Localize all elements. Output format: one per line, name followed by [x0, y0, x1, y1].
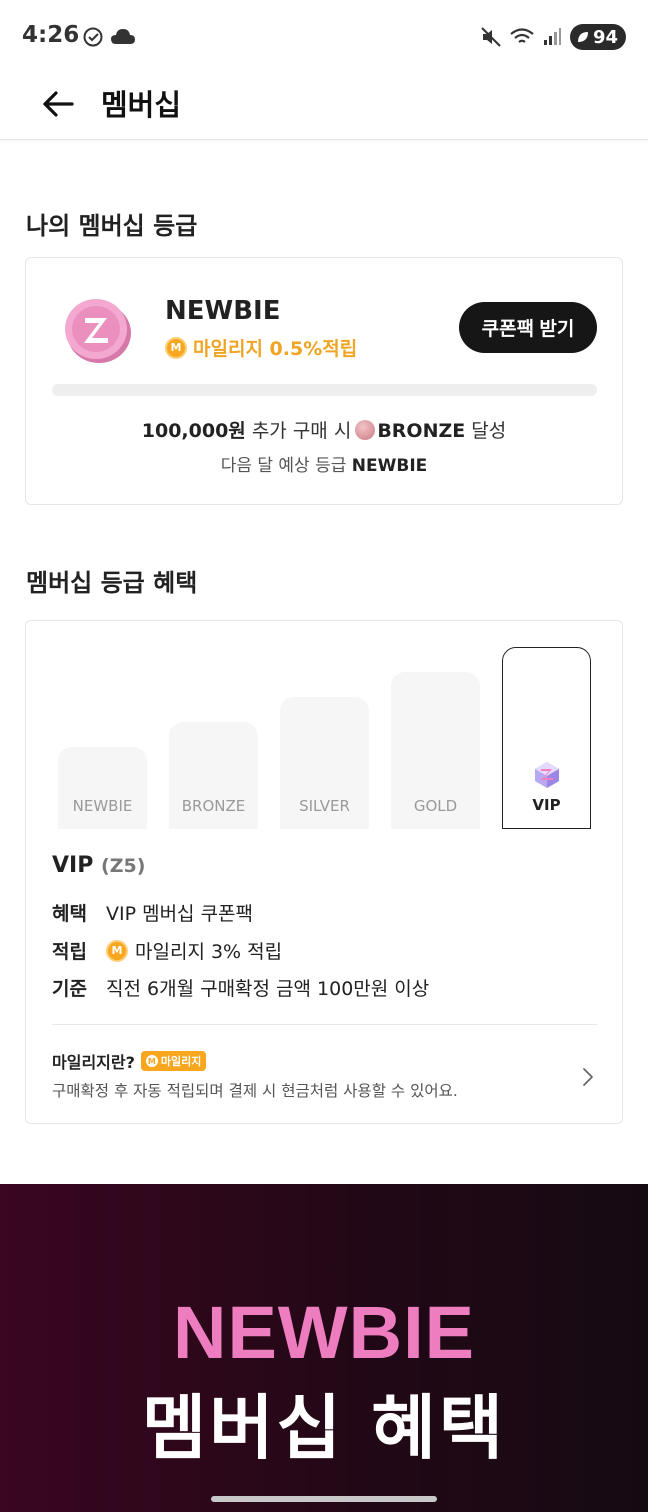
selected-tier-name: VIP [52, 853, 94, 878]
selected-tier-title: VIP (Z5) [52, 853, 145, 878]
benefits-card: NEWBIE BRONZE SILVER GOLD VIP VIP (Z5) 혜… [25, 620, 623, 1124]
benefit-key: 적립 [52, 941, 87, 963]
mileage-badge: M 마일리지 [140, 1051, 207, 1071]
chevron-right-icon[interactable] [576, 1065, 600, 1089]
mileage-question: 마일리지란? [52, 1053, 135, 1072]
mileage-coin-icon: M [165, 336, 187, 359]
tier-bronze[interactable]: BRONZE [169, 722, 258, 829]
next-month-grade-value: NEWBIE [351, 456, 428, 476]
selected-tier-code: (Z5) [101, 855, 146, 877]
current-grade-name: NEWBIE [165, 296, 281, 326]
mileage-rate-text: 마일리지 0.5%적립 [193, 338, 358, 360]
progress-amount: 100,000원 [141, 420, 246, 442]
progress-desc: 추가 구매 시 [251, 420, 352, 442]
page-title: 멤버십 [101, 88, 182, 122]
benefit-key: 혜택 [52, 903, 87, 925]
battery-level: 94 [592, 26, 618, 48]
grade-progress-bar [52, 384, 597, 396]
status-time: 4:26 [22, 22, 80, 48]
vip-gem-icon [534, 762, 559, 788]
mileage-rate: M 마일리지 0.5%적립 [165, 334, 357, 361]
benefit-row-benefit: 혜택 VIP 멤버십 쿠폰팩 [52, 899, 253, 926]
wifi-icon [510, 28, 534, 43]
membership-banner[interactable]: NEWBIE 멤버십 혜택 [0, 1184, 648, 1512]
banner-grade: NEWBIE [173, 1291, 475, 1374]
next-month-label: 다음 달 예상 등급 [220, 456, 347, 476]
signal-icon [543, 28, 561, 45]
mileage-description: 구매확정 후 자동 적립되며 결제 시 현금처럼 사용할 수 있어요. [52, 1082, 458, 1100]
divider [52, 1024, 597, 1025]
benefit-value: 마일리지 3% 적립 [135, 941, 283, 963]
back-button[interactable] [38, 84, 78, 124]
check-circle-icon [83, 27, 103, 47]
home-indicator[interactable] [211, 1496, 437, 1502]
my-grade-card: NEWBIE M 마일리지 0.5%적립 쿠폰팩 받기 100,000원 추가 … [25, 257, 623, 505]
status-right-icons: 94 [480, 24, 626, 50]
status-left-icons [82, 26, 136, 48]
tier-newbie[interactable]: NEWBIE [58, 747, 147, 829]
benefit-value: 직전 6개월 구매확정 금액 100만원 이상 [106, 978, 430, 1000]
mute-icon [481, 27, 501, 47]
status-bar: 4:26 94 [0, 0, 648, 72]
battery-icon: 94 [569, 24, 626, 50]
mileage-coin-icon: M [145, 1055, 158, 1067]
tier-label: VIP [532, 796, 561, 814]
tier-label: GOLD [413, 797, 458, 815]
coupon-pack-button[interactable]: 쿠폰팩 받기 [459, 302, 597, 353]
progress-target: BRONZE [377, 420, 466, 442]
tier-vip[interactable]: VIP [502, 647, 591, 829]
mileage-coin-icon: M [106, 939, 128, 962]
benefit-value-wrap: M 마일리지 3% 적립 [106, 937, 282, 964]
tier-silver[interactable]: SILVER [280, 697, 369, 829]
banner-subtitle: 멤버십 혜택 [141, 1387, 507, 1469]
benefit-key: 기준 [52, 978, 87, 1000]
tier-label: NEWBIE [72, 797, 133, 815]
tier-gold[interactable]: GOLD [391, 672, 480, 829]
bronze-coin-icon [355, 420, 376, 440]
benefit-row-criteria: 기준 직전 6개월 구매확정 금액 100만원 이상 [52, 974, 429, 1001]
newbie-coin-icon [65, 299, 131, 363]
app-header: 멤버십 [0, 72, 648, 140]
mileage-question-row: 마일리지란? M 마일리지 [52, 1049, 458, 1073]
progress-text: 100,000원 추가 구매 시 BRONZE 달성 [26, 416, 622, 443]
benefit-row-accrual: 적립 M 마일리지 3% 적립 [52, 937, 282, 964]
cloud-icon [111, 29, 135, 44]
next-month-grade: 다음 달 예상 등급 NEWBIE [26, 451, 622, 476]
tier-label: BRONZE [181, 797, 246, 815]
arrow-left-icon [43, 91, 74, 117]
my-grade-section-title: 나의 멤버십 등급 [26, 212, 198, 240]
benefit-value: VIP 멤버십 쿠폰팩 [106, 903, 254, 925]
tier-label: SILVER [299, 797, 350, 815]
mileage-info-link[interactable]: 마일리지란? M 마일리지 구매확정 후 자동 적립되며 결제 시 현금처럼 사… [52, 1049, 458, 1101]
mileage-badge-label: 마일리지 [160, 1055, 202, 1068]
progress-suffix: 달성 [471, 420, 507, 442]
benefits-section-title: 멤버십 등급 혜택 [26, 569, 198, 597]
leaf-icon [577, 32, 588, 42]
